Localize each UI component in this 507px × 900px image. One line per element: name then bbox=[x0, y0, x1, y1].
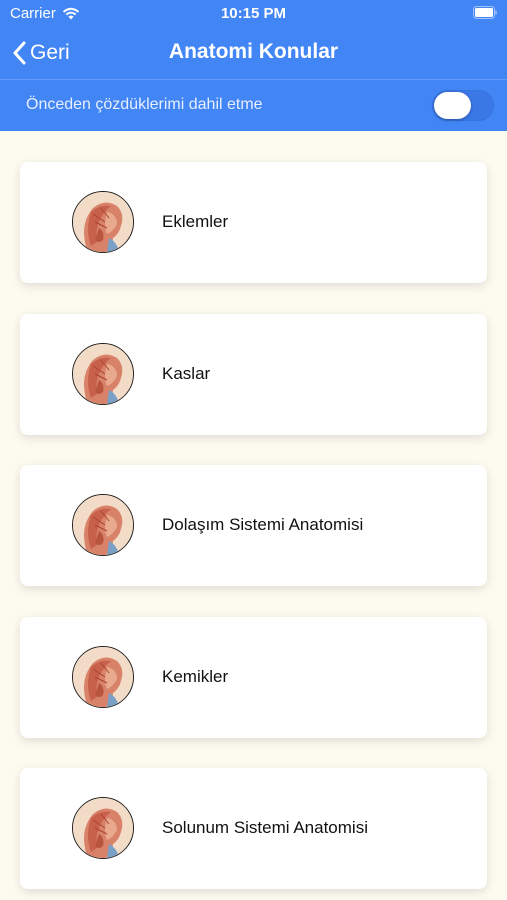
status-bar: Carrier 10:15 PM bbox=[0, 0, 507, 28]
topic-card-dolasim-sistemi[interactable]: Dolaşım Sistemi Anatomisi bbox=[20, 465, 487, 586]
head-anatomy-icon bbox=[72, 494, 134, 556]
topic-label: Kemikler bbox=[162, 667, 229, 686]
topic-label: Dolaşım Sistemi Anatomisi bbox=[162, 515, 364, 534]
topic-card-eklemler[interactable]: Eklemler bbox=[20, 162, 487, 283]
topic-card-kemikler[interactable]: Kemikler bbox=[20, 617, 487, 738]
topic-card-kaslar[interactable]: Kaslar bbox=[20, 314, 487, 435]
head-anatomy-icon bbox=[72, 797, 134, 859]
battery-icon bbox=[473, 6, 497, 19]
topic-label: Kaslar bbox=[162, 364, 211, 383]
topic-label: Eklemler bbox=[162, 212, 229, 231]
exclude-solved-toggle[interactable] bbox=[432, 90, 494, 121]
head-anatomy-icon bbox=[72, 646, 134, 708]
head-anatomy-icon bbox=[72, 343, 134, 405]
navigation-bar: Geri Anatomi Konular bbox=[0, 28, 507, 78]
page-title: Anatomi Konular bbox=[168, 40, 339, 63]
filter-row: Önceden çözdüklerimi dahil etme bbox=[0, 80, 507, 131]
status-time: 10:15 PM bbox=[220, 5, 287, 22]
head-anatomy-icon bbox=[72, 191, 134, 253]
toggle-knob bbox=[434, 92, 471, 119]
app-header: Carrier 10:15 PM Geri Anatomi Konular Ön… bbox=[0, 0, 507, 131]
topic-label: Solunum Sistemi Anatomisi bbox=[162, 818, 368, 837]
topic-card-solunum-sistemi[interactable]: Solunum Sistemi Anatomisi bbox=[20, 768, 487, 889]
filter-label: Önceden çözdüklerimi dahil etme bbox=[26, 96, 263, 113]
